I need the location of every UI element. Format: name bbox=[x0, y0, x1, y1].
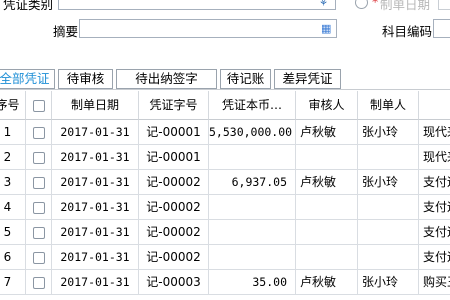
row-checkbox[interactable] bbox=[32, 176, 45, 189]
row-auditor bbox=[296, 195, 358, 220]
row-date: 2017-01-31 bbox=[52, 245, 139, 270]
row-amount: 5,530,000.00 bbox=[209, 120, 296, 145]
row-voucher-no: 记-00002 bbox=[139, 195, 209, 220]
row-date: 2017-01-31 bbox=[52, 145, 139, 170]
lookup-icon[interactable]: ⚘ bbox=[319, 0, 328, 10]
col-header-select[interactable] bbox=[26, 91, 52, 120]
row-maker: 张小玲 bbox=[358, 270, 419, 295]
row-amount: 6,937.05 bbox=[209, 170, 296, 195]
tab-pending-cashier-sign[interactable]: 待出纳签字 bbox=[116, 69, 217, 89]
row-date: 2017-01-31 bbox=[52, 220, 139, 245]
subject-code-input[interactable] bbox=[433, 19, 450, 38]
voucher-type-label: 凭证类别 bbox=[3, 0, 54, 12]
row-maker: 张小玲 bbox=[358, 120, 419, 145]
row-date: 2017-01-31 bbox=[52, 270, 139, 295]
col-header-auditor[interactable]: 审核人 bbox=[296, 91, 358, 120]
row-select[interactable] bbox=[26, 195, 52, 220]
row-maker bbox=[358, 220, 419, 245]
voucher-grid: 序号 制单日期 凭证字号 凭证本币… 审核人 制单人 12017-01-31记-… bbox=[0, 91, 450, 300]
row-checkbox[interactable] bbox=[32, 151, 45, 164]
col-header-summary[interactable] bbox=[419, 91, 450, 120]
tab-all-vouchers[interactable]: 全部凭证 bbox=[0, 69, 55, 89]
row-amount bbox=[209, 145, 296, 170]
row-summary: 现代来 bbox=[419, 120, 450, 145]
row-voucher-no: 记-00002 bbox=[139, 220, 209, 245]
row-select[interactable] bbox=[26, 245, 52, 270]
row-summary: 支付运 bbox=[419, 220, 450, 245]
row-amount bbox=[209, 220, 296, 245]
row-checkbox[interactable] bbox=[32, 126, 45, 139]
row-maker bbox=[358, 195, 419, 220]
row-seq: 5 bbox=[0, 220, 26, 245]
row-seq: 7 bbox=[0, 270, 26, 295]
col-header-amount[interactable]: 凭证本币… bbox=[209, 91, 296, 120]
row-auditor: 卢秋敏 bbox=[296, 170, 358, 195]
row-amount: 35.00 bbox=[209, 270, 296, 295]
row-maker bbox=[358, 145, 419, 170]
date-option-label: 制单日期 bbox=[380, 0, 431, 12]
row-seq: 4 bbox=[0, 195, 26, 220]
row-seq: 1 bbox=[0, 120, 26, 145]
summary-label: 摘要 bbox=[53, 24, 79, 39]
date-field[interactable] bbox=[438, 0, 450, 10]
summary-picker-icon[interactable]: ▦ bbox=[321, 23, 331, 35]
row-voucher-no: 记-00003 bbox=[139, 270, 209, 295]
tab-difference-vouchers[interactable]: 差异凭证 bbox=[274, 69, 341, 89]
row-checkbox[interactable] bbox=[32, 251, 45, 264]
row-select[interactable] bbox=[26, 120, 52, 145]
required-mark: * bbox=[372, 0, 379, 9]
row-summary: 购买王 bbox=[419, 270, 450, 295]
tab-pending-posting[interactable]: 待记账 bbox=[220, 69, 271, 89]
row-summary: 现代来 bbox=[419, 145, 450, 170]
row-select[interactable] bbox=[26, 270, 52, 295]
row-auditor bbox=[296, 245, 358, 270]
row-auditor bbox=[296, 220, 358, 245]
row-seq: 2 bbox=[0, 145, 26, 170]
select-all-checkbox[interactable] bbox=[32, 99, 45, 112]
row-seq: 6 bbox=[0, 245, 26, 270]
date-option-radio[interactable] bbox=[355, 0, 368, 9]
subject-code-label: 科目编码 bbox=[382, 24, 433, 39]
row-select[interactable] bbox=[26, 220, 52, 245]
row-auditor: 卢秋敏 bbox=[296, 270, 358, 295]
row-auditor bbox=[296, 145, 358, 170]
row-amount bbox=[209, 245, 296, 270]
row-checkbox[interactable] bbox=[32, 226, 45, 239]
row-summary: 支付运 bbox=[419, 170, 450, 195]
summary-input[interactable] bbox=[79, 19, 337, 38]
row-checkbox[interactable] bbox=[32, 201, 45, 214]
row-maker: 张小玲 bbox=[358, 170, 419, 195]
row-checkbox[interactable] bbox=[32, 276, 45, 289]
row-summary: 支付运 bbox=[419, 245, 450, 270]
row-voucher-no: 记-00001 bbox=[139, 120, 209, 145]
row-date: 2017-01-31 bbox=[52, 195, 139, 220]
col-header-date[interactable]: 制单日期 bbox=[52, 91, 139, 120]
row-amount bbox=[209, 195, 296, 220]
row-voucher-no: 记-00001 bbox=[139, 145, 209, 170]
row-select[interactable] bbox=[26, 170, 52, 195]
col-header-maker[interactable]: 制单人 bbox=[358, 91, 419, 120]
row-voucher-no: 记-00002 bbox=[139, 170, 209, 195]
row-date: 2017-01-31 bbox=[52, 120, 139, 145]
row-seq: 3 bbox=[0, 170, 26, 195]
row-auditor: 卢秋敏 bbox=[296, 120, 358, 145]
col-header-voucher-no[interactable]: 凭证字号 bbox=[139, 91, 209, 120]
row-maker bbox=[358, 245, 419, 270]
col-header-seq: 序号 bbox=[0, 91, 26, 120]
row-voucher-no: 记-00002 bbox=[139, 245, 209, 270]
tab-pending-review[interactable]: 待审核 bbox=[58, 69, 113, 89]
row-select[interactable] bbox=[26, 145, 52, 170]
row-date: 2017-01-31 bbox=[52, 170, 139, 195]
voucher-type-field[interactable] bbox=[58, 0, 336, 10]
row-summary: 支付运 bbox=[419, 195, 450, 220]
tab-divider bbox=[0, 89, 450, 90]
